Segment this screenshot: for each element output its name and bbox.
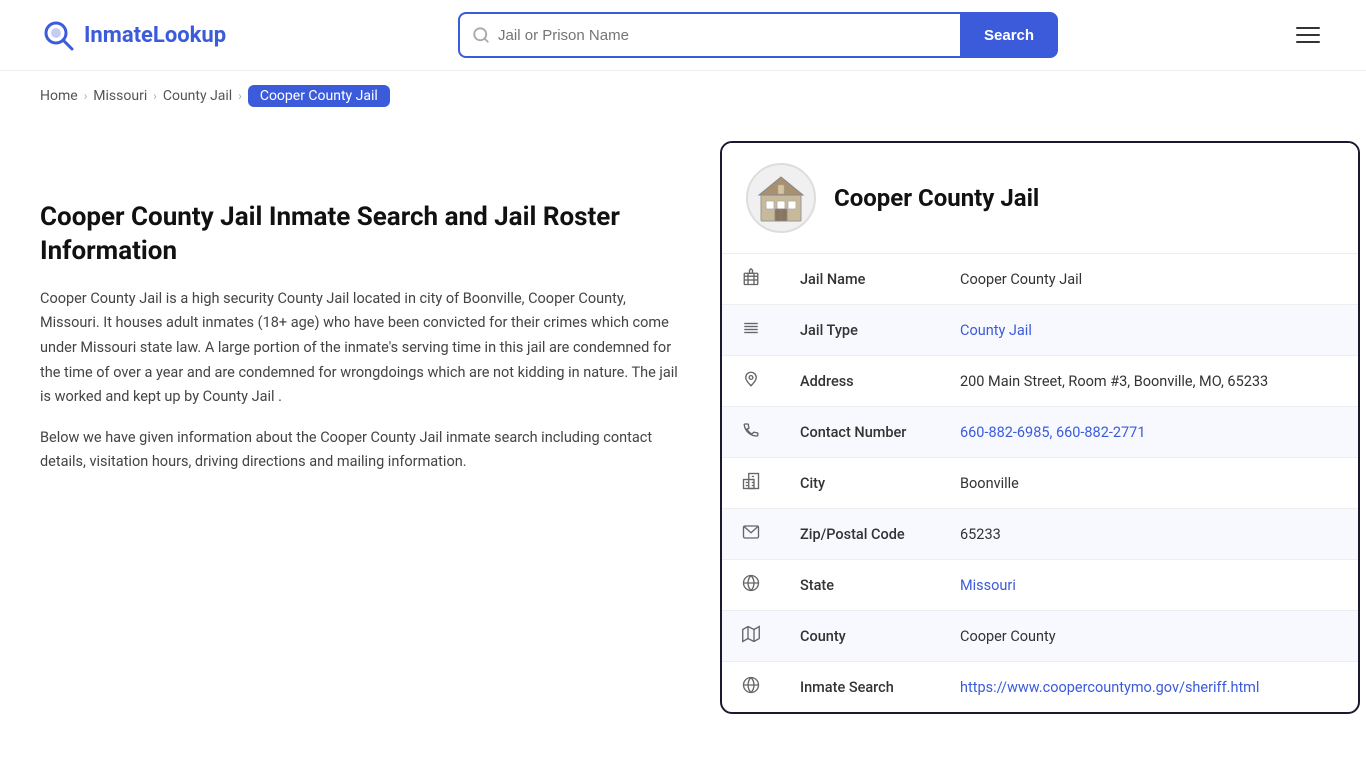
table-row: Jail Type County Jail	[722, 305, 1358, 356]
building-icon	[722, 254, 780, 305]
table-row: Contact Number 660-882-6985, 660-882-2771	[722, 407, 1358, 458]
globe-icon	[722, 560, 780, 611]
row-label: State	[780, 560, 940, 611]
row-value[interactable]: County Jail	[940, 305, 1358, 356]
search-input-wrap	[458, 12, 960, 58]
breadcrumb-sep-2: ›	[153, 89, 157, 103]
row-value: Cooper County	[940, 611, 1358, 662]
row-label: Address	[780, 356, 940, 407]
hamburger-line-3	[1296, 41, 1320, 43]
search-button[interactable]: Search	[960, 12, 1058, 58]
row-value[interactable]: Missouri	[940, 560, 1358, 611]
table-row: Address200 Main Street, Room #3, Boonvil…	[722, 356, 1358, 407]
jail-card-header: Cooper County Jail	[722, 143, 1358, 253]
jail-building-icon	[756, 173, 806, 223]
hamburger-line-2	[1296, 34, 1320, 36]
breadcrumb-county-jail[interactable]: County Jail	[163, 88, 232, 104]
row-value-link[interactable]: Missouri	[960, 577, 1016, 594]
breadcrumb-sep-1: ›	[84, 89, 88, 103]
breadcrumb-sep-3: ›	[238, 89, 242, 103]
pin-icon	[722, 356, 780, 407]
search-globe-icon	[722, 662, 780, 713]
table-row: Inmate Search https://www.coopercountymo.…	[722, 662, 1358, 713]
map-icon	[722, 611, 780, 662]
row-value-link[interactable]: https://www.coopercountymo.gov/sheriff.h…	[960, 679, 1259, 696]
main-content: Cooper County Jail Inmate Search and Jai…	[0, 121, 1366, 754]
jail-card-title: Cooper County Jail	[834, 184, 1039, 212]
breadcrumb-missouri[interactable]: Missouri	[93, 88, 147, 104]
search-input[interactable]	[498, 27, 948, 44]
row-label: Zip/Postal Code	[780, 509, 940, 560]
table-row: Jail NameCooper County Jail	[722, 254, 1358, 305]
hamburger-button[interactable]	[1290, 21, 1326, 49]
row-value: 65233	[940, 509, 1358, 560]
row-value-link[interactable]: County Jail	[960, 322, 1032, 339]
row-value: Cooper County Jail	[940, 254, 1358, 305]
page-desc-2: Below we have given information about th…	[40, 426, 680, 475]
row-value: Boonville	[940, 458, 1358, 509]
logo-link[interactable]: InmateLookup	[40, 17, 226, 53]
logo-icon	[40, 17, 76, 53]
jail-avatar	[746, 163, 816, 233]
row-value-link[interactable]: 660-882-6985, 660-882-2771	[960, 424, 1145, 441]
right-column: Cooper County Jail Jail NameCooper Count…	[720, 141, 1360, 714]
page-desc-1: Cooper County Jail is a high security Co…	[40, 287, 680, 410]
search-icon	[472, 26, 490, 44]
breadcrumb-home[interactable]: Home	[40, 88, 78, 104]
jail-card: Cooper County Jail Jail NameCooper Count…	[720, 141, 1360, 714]
row-label: Inmate Search	[780, 662, 940, 713]
search-area: Search	[458, 12, 1058, 58]
row-label: Jail Type	[780, 305, 940, 356]
table-row: State Missouri	[722, 560, 1358, 611]
table-row: CityBoonville	[722, 458, 1358, 509]
row-value: 200 Main Street, Room #3, Boonville, MO,…	[940, 356, 1358, 407]
info-table: Jail NameCooper County JailJail Type Coun…	[722, 253, 1358, 712]
table-row: Zip/Postal Code65233	[722, 509, 1358, 560]
phone-icon	[722, 407, 780, 458]
left-column: Cooper County Jail Inmate Search and Jai…	[40, 141, 680, 714]
row-label: City	[780, 458, 940, 509]
row-label: Jail Name	[780, 254, 940, 305]
row-value[interactable]: https://www.coopercountymo.gov/sheriff.h…	[940, 662, 1358, 713]
hamburger-line-1	[1296, 27, 1320, 29]
row-label: Contact Number	[780, 407, 940, 458]
row-value[interactable]: 660-882-6985, 660-882-2771	[940, 407, 1358, 458]
list-icon	[722, 305, 780, 356]
table-row: CountyCooper County	[722, 611, 1358, 662]
page-title: Cooper County Jail Inmate Search and Jai…	[40, 201, 680, 269]
city-icon	[722, 458, 780, 509]
breadcrumb: Home › Missouri › County Jail › Cooper C…	[0, 71, 1366, 121]
header: InmateLookup Search	[0, 0, 1366, 71]
mail-icon	[722, 509, 780, 560]
breadcrumb-current: Cooper County Jail	[248, 85, 390, 107]
logo-text: InmateLookup	[84, 23, 226, 48]
row-label: County	[780, 611, 940, 662]
